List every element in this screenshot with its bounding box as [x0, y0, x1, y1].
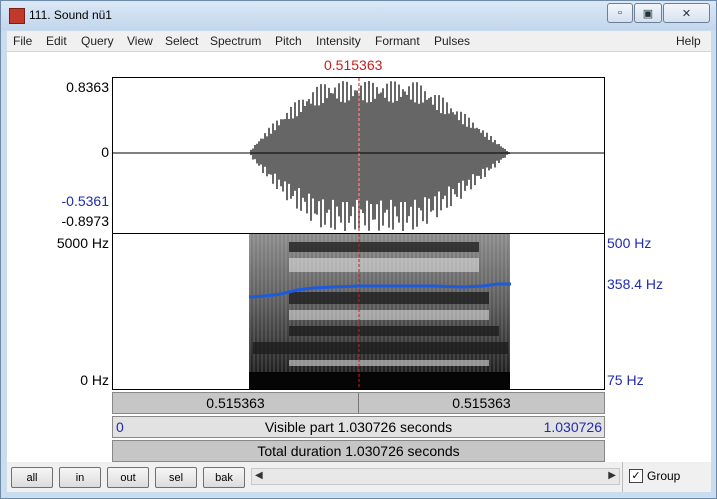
- waveform-plot: [113, 78, 604, 233]
- menu-query[interactable]: Query: [81, 34, 114, 48]
- maximize-icon: ▣: [642, 7, 654, 20]
- minimize-icon: ▫: [618, 7, 622, 19]
- zoom-back-button[interactable]: bak: [203, 467, 245, 488]
- menu-pulses[interactable]: Pulses: [434, 34, 470, 48]
- menu-intensity[interactable]: Intensity: [316, 34, 361, 48]
- left-segment-label[interactable]: 0.515363: [113, 393, 359, 413]
- menu-edit[interactable]: Edit: [46, 34, 67, 48]
- total-duration-label: Total duration 1.030726 seconds: [257, 443, 460, 459]
- praat-app-icon: [9, 8, 25, 24]
- zoom-selection-button[interactable]: sel: [155, 467, 197, 488]
- waveform-signal: [250, 81, 510, 231]
- scroll-left-arrow-icon[interactable]: ◀: [255, 470, 263, 481]
- waveform-max-label: 0.8363: [66, 79, 109, 95]
- cursor-time-label: 0.515363: [324, 57, 383, 73]
- sound-editor-area: 0.515363 0.8363 0 -0.5361 -0.8973 5000 H…: [7, 52, 711, 462]
- window-title: 111. Sound nü1: [29, 8, 112, 22]
- pitch-value-label: 358.4 Hz: [607, 276, 664, 292]
- menu-pitch[interactable]: Pitch: [275, 34, 302, 48]
- selection-time-bar[interactable]: 0.515363 0.515363: [112, 392, 605, 414]
- maximize-button[interactable]: ▣: [634, 3, 662, 23]
- waveform-min-label: -0.8973: [61, 213, 109, 229]
- group-label: Group: [647, 469, 681, 483]
- bottom-toolbar: all in out sel bak ◀ ▶ ✓ Group: [7, 462, 711, 492]
- visible-part-bar[interactable]: 0 Visible part 1.030726 seconds 1.030726: [112, 416, 605, 438]
- spectrogram-panel[interactable]: [112, 234, 605, 390]
- waveform-panel[interactable]: [112, 77, 605, 234]
- right-segment-label[interactable]: 0.515363: [359, 393, 604, 413]
- minimize-button[interactable]: ▫: [607, 3, 633, 23]
- menu-view[interactable]: View: [127, 34, 153, 48]
- toolbar-divider: [622, 462, 623, 492]
- waveform-cursor-value-label: -0.5361: [61, 193, 109, 209]
- menu-formant[interactable]: Formant: [375, 34, 420, 48]
- total-duration-bar[interactable]: Total duration 1.030726 seconds: [112, 440, 605, 462]
- menu-help[interactable]: Help: [676, 34, 701, 48]
- close-icon: ✕: [681, 7, 692, 20]
- zoom-in-button[interactable]: in: [59, 467, 101, 488]
- freq-bottom-label: 0 Hz: [80, 372, 109, 388]
- pitch-bottom-label: 75 Hz: [607, 372, 644, 388]
- visible-part-label: Visible part 1.030726 seconds: [264, 419, 453, 435]
- freq-top-label: 5000 Hz: [56, 235, 109, 251]
- praat-sound-window: 111. Sound nü1 ▫ ▣ ✕ File Edit Query Vie…: [0, 0, 717, 499]
- visible-end-label: 1.030726: [543, 419, 602, 435]
- waveform-zero-label: 0: [101, 144, 109, 160]
- pitch-top-label: 500 Hz: [607, 235, 652, 251]
- spectrogram-low-band: [249, 372, 510, 389]
- close-button[interactable]: ✕: [663, 3, 710, 23]
- zoom-out-button[interactable]: out: [107, 467, 149, 488]
- title-bar: 111. Sound nü1 ▫ ▣ ✕: [1, 1, 716, 30]
- scroll-right-arrow-icon[interactable]: ▶: [608, 470, 616, 481]
- spectrogram-plot: [248, 234, 511, 389]
- zoom-all-button[interactable]: all: [11, 467, 53, 488]
- menu-select[interactable]: Select: [165, 34, 198, 48]
- group-checkbox[interactable]: ✓: [629, 469, 643, 483]
- horizontal-scrollbar[interactable]: ◀ ▶: [251, 468, 620, 485]
- menu-spectrum[interactable]: Spectrum: [210, 34, 261, 48]
- menu-file[interactable]: File: [13, 34, 32, 48]
- menu-bar: File Edit Query View Select Spectrum Pit…: [7, 31, 711, 52]
